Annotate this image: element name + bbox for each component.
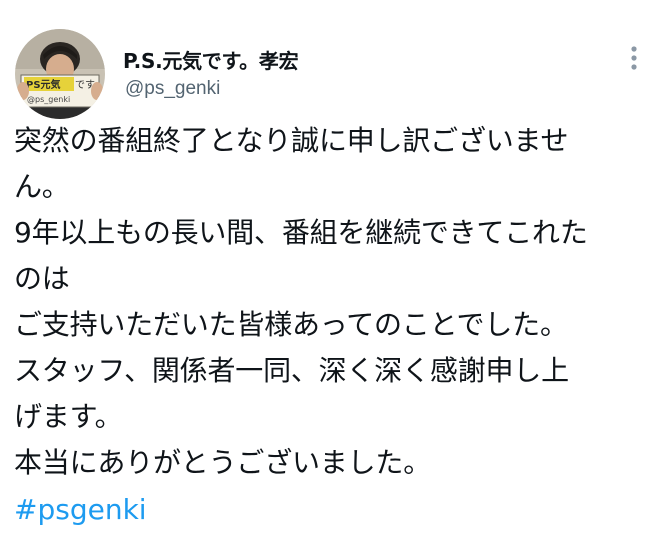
- hashtag-link[interactable]: #psgenki: [14, 487, 147, 533]
- tweet-body-line: のは: [14, 262, 70, 295]
- tweet-body-line: スタッフ、関係者一同、深く深く感謝申し上: [14, 354, 569, 387]
- more-options-button[interactable]: [619, 40, 649, 76]
- author-handle[interactable]: @ps_genki: [125, 78, 220, 100]
- author-name-row: P.S.元気です。孝宏: [123, 44, 299, 74]
- svg-text:PS元気: PS元気: [26, 78, 61, 91]
- author-avatar[interactable]: PS元気 です @ps_genki: [15, 29, 105, 119]
- author-display-name[interactable]: P.S.元気です。孝宏: [123, 45, 299, 74]
- tweet-card: PS元気 です @ps_genki P.S.元気です。孝宏 @ps_genki …: [0, 0, 662, 538]
- tweet-body-line: ん。: [14, 170, 70, 203]
- avatar-sign-text: @ps_genki: [27, 95, 70, 104]
- more-options-icon: [631, 46, 637, 70]
- avatar-sign: PS元気 です @ps_genki: [20, 74, 100, 108]
- tweet-body-line: 突然の番組終了となり誠に申し訳ございませ: [14, 124, 569, 157]
- tweet-body-line: ご支持いただいた皆様あってのことでした。: [14, 308, 568, 341]
- tweet-body-line: 9年以上もの長い間、番組を継続できてこれた: [14, 216, 588, 249]
- tweet-body-line: げます。: [14, 400, 123, 433]
- tweet-body-line: 本当にありがとうございました。: [14, 446, 432, 479]
- tweet-body: 突然の番組終了となり誠に申し訳ございませ ん。 9年以上もの長い間、番組を継続で…: [14, 118, 654, 486]
- profile-photo-avatar: PS元気 です @ps_genki: [15, 29, 105, 119]
